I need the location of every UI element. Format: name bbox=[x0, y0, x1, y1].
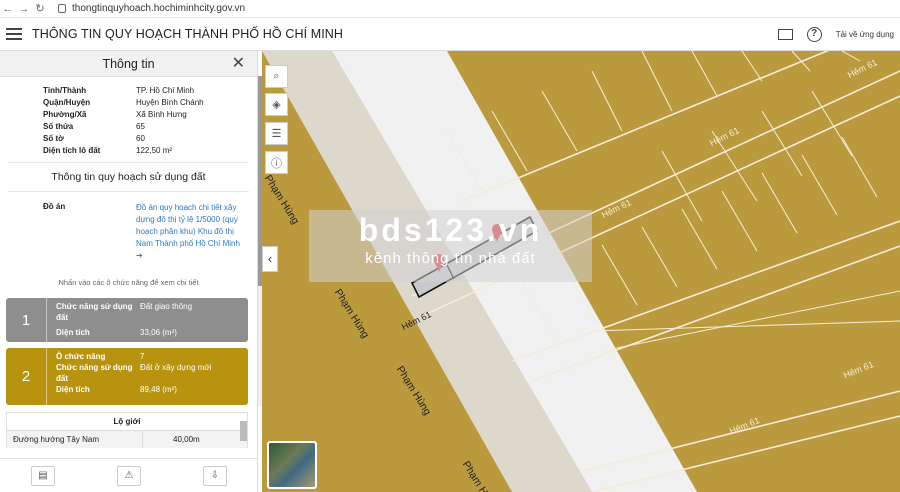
section-title: Thông tin quy hoạch sử dụng đất bbox=[51, 171, 206, 183]
mail-icon[interactable] bbox=[777, 29, 793, 40]
watermark: bds123.vn kênh thông tin nhà đất bbox=[309, 210, 592, 282]
address-bar[interactable]: thongtinquyhoach.hochiminhcity.gov.vn bbox=[58, 3, 245, 14]
info-row: Số thửa 65 bbox=[43, 122, 145, 131]
close-icon[interactable]: ✕ bbox=[232, 51, 245, 77]
road-boundary-table: Lộ giới Đường hướng Tây Nam 40,00m bbox=[6, 412, 248, 448]
info-icon[interactable]: ⓘ bbox=[265, 151, 288, 174]
divider bbox=[8, 191, 249, 192]
info-row: Diện tích lô đất 122,50 m² bbox=[43, 146, 173, 155]
menu-icon[interactable] bbox=[6, 28, 22, 40]
download-icon[interactable]: ⇩ bbox=[203, 465, 227, 486]
warning-icon[interactable]: ⚠ bbox=[117, 465, 141, 486]
info-panel: Thông tin ✕ Tỉnh/Thành TP. Hồ Chí Minh Qu… bbox=[0, 51, 258, 492]
browser-bar: ← → ↻ thongtinquyhoach.hochiminhcity.gov… bbox=[0, 0, 900, 18]
map-view[interactable]: Phạm Hùng Phạm Hùng Phạm Hùng Phạm Hùng … bbox=[262, 51, 900, 492]
divider bbox=[8, 162, 249, 163]
info-row: Phường/Xã Xã Bình Hưng bbox=[43, 110, 187, 119]
info-row: Tỉnh/Thành TP. Hồ Chí Minh bbox=[43, 86, 195, 95]
table-row: Đường hướng Tây Nam 40,00m bbox=[7, 431, 247, 448]
plan-row: Đồ án Đồ án quy hoạch chi tiết xây dựng … bbox=[43, 202, 257, 262]
url-text: thongtinquyhoach.hochiminhcity.gov.vn bbox=[72, 3, 246, 14]
collapse-panel-icon[interactable]: ‹ bbox=[262, 246, 278, 272]
forward-icon[interactable]: → bbox=[16, 3, 32, 15]
panel-footer: ▤ ⚠ ⇩ bbox=[0, 458, 257, 492]
cell-number: 2 bbox=[21, 368, 31, 385]
document-icon[interactable]: ▤ bbox=[31, 465, 55, 486]
arrow-right-icon: ➔ bbox=[136, 251, 143, 260]
download-app-link[interactable]: Tải về ứng dụng bbox=[836, 30, 894, 39]
panel-title: Thông tin bbox=[102, 57, 155, 71]
function-cell-2[interactable]: 2 Ô chức năng 7 Chức năng sử dụng đất Đất … bbox=[6, 348, 248, 405]
parcel-info: Tỉnh/Thành TP. Hồ Chí Minh Quận/Huyện Huyệ… bbox=[43, 85, 257, 157]
panel-header: Thông tin ✕ bbox=[0, 51, 257, 77]
plan-link[interactable]: Đồ án quy hoạch chi tiết xây dựng đô thị… bbox=[136, 202, 244, 262]
cell-number: 1 bbox=[21, 311, 31, 329]
function-cell-1[interactable]: 1 Chức năng sử dụng đất Đất giao thông Di… bbox=[6, 298, 248, 342]
help-icon[interactable]: ? bbox=[806, 27, 822, 42]
search-icon[interactable]: ⌕ bbox=[265, 65, 288, 88]
table-header: Lộ giới bbox=[7, 413, 247, 431]
lock-icon bbox=[58, 4, 66, 13]
layers-icon[interactable]: ◈ bbox=[265, 93, 288, 116]
reload-icon[interactable]: ↻ bbox=[32, 2, 48, 15]
app-header: THÔNG TIN QUY HOẠCH THÀNH PHỐ HỒ CHÍ MIN… bbox=[0, 18, 900, 51]
back-icon[interactable]: ← bbox=[0, 3, 16, 15]
info-row: Quận/Huyện Huyện Bình Chánh bbox=[43, 98, 204, 107]
info-row: Số tờ 60 bbox=[43, 134, 145, 143]
scrollbar[interactable] bbox=[240, 421, 247, 441]
hint-text: Nhấn vào các ô chức năng để xem chi tiết bbox=[58, 278, 199, 287]
list-icon[interactable]: ☰ bbox=[265, 122, 288, 145]
plan-label: Đồ án bbox=[43, 202, 66, 211]
page-title: THÔNG TIN QUY HOẠCH THÀNH PHỐ HỒ CHÍ MIN… bbox=[32, 27, 344, 41]
satellite-toggle[interactable] bbox=[267, 441, 317, 489]
